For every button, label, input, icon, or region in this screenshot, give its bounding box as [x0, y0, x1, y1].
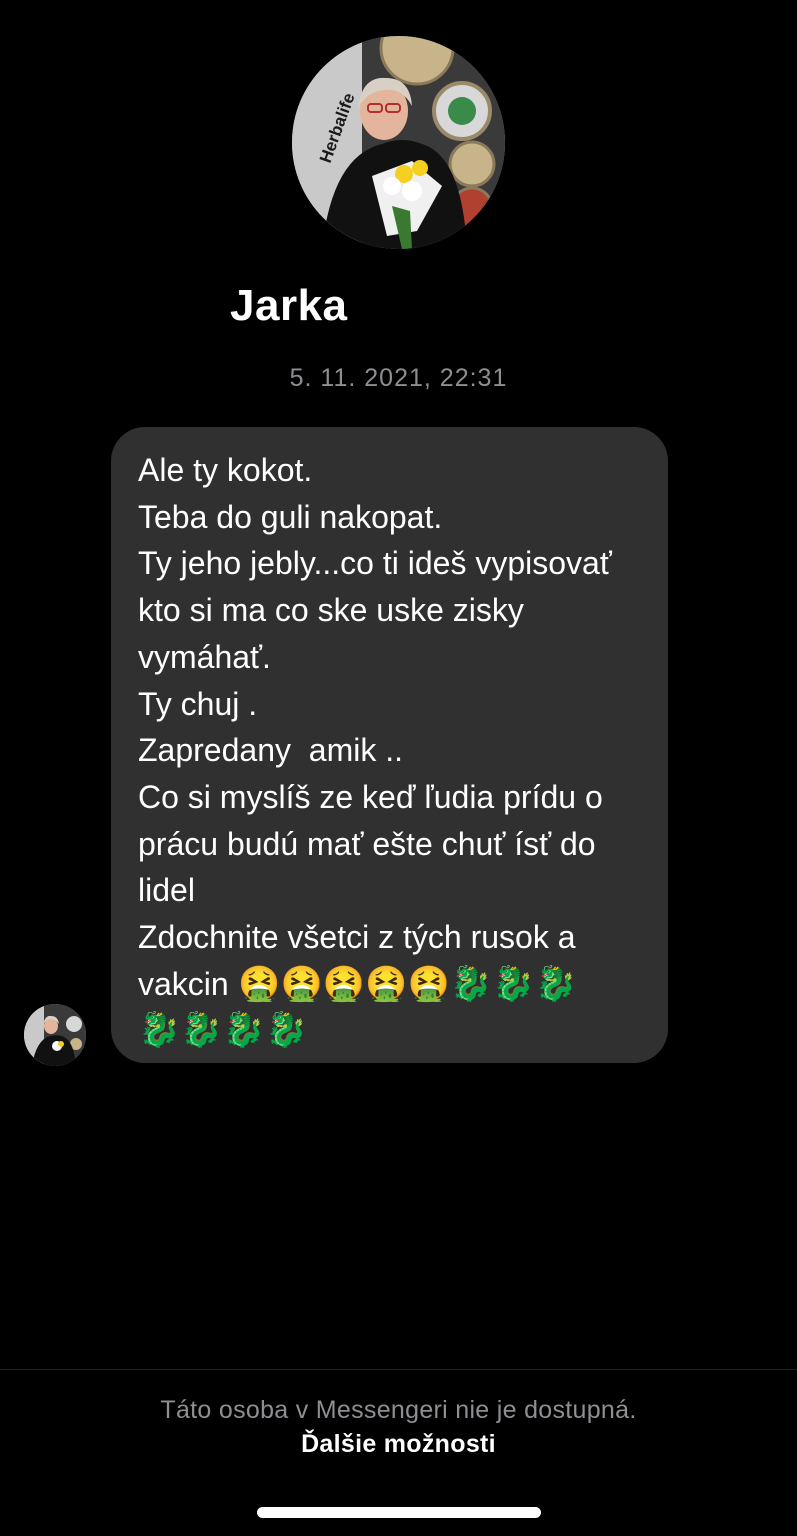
emoji-line-2: 🐉🐉🐉🐉 — [138, 1011, 308, 1050]
message-body: Ale ty kokot. Teba do guli nakopat. Ty j… — [138, 452, 612, 1002]
message-bubble[interactable]: Ale ty kokot. Teba do guli nakopat. Ty j… — [111, 427, 668, 1063]
name-redaction — [365, 284, 534, 328]
more-options-button[interactable]: Ďalšie možnosti — [0, 1430, 797, 1459]
contact-name-row: Jarka — [230, 280, 534, 332]
sender-avatar[interactable] — [24, 1004, 86, 1066]
footer-divider — [0, 1369, 797, 1370]
emoji-line-1: 🤮🤮🤮🤮🤮🐉🐉🐉 — [228, 964, 577, 1003]
sender-photo-icon — [24, 1004, 86, 1066]
message-timestamp: 5. 11. 2021, 22:31 — [289, 364, 508, 392]
profile-photo-icon: Herbalife — [292, 36, 505, 249]
unavailable-notice: Táto osoba v Messengeri nie je dostupná. — [160, 1396, 637, 1424]
message-text: Ale ty kokot. Teba do guli nakopat. Ty j… — [138, 447, 650, 1054]
profile-avatar[interactable]: Herbalife — [292, 36, 505, 249]
contact-name: Jarka — [230, 281, 348, 330]
home-indicator[interactable] — [257, 1507, 541, 1518]
